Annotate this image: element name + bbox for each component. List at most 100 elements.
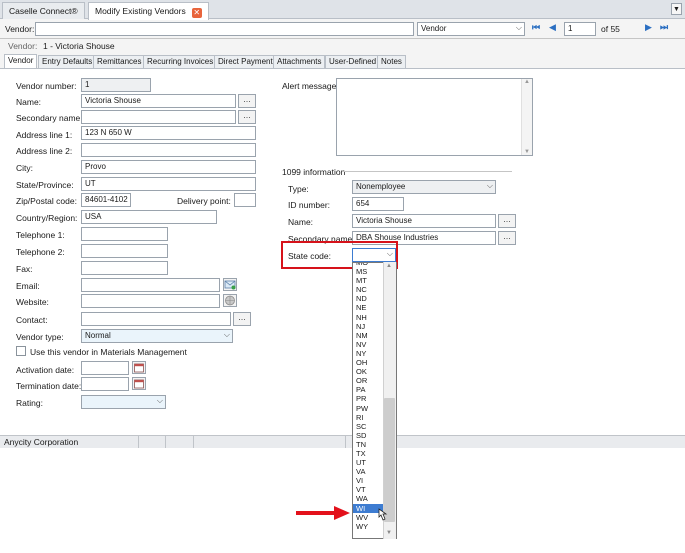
fax-label: Fax: bbox=[16, 264, 33, 274]
alert-message-label: Alert message: bbox=[282, 81, 339, 91]
record-number-input[interactable]: 1 bbox=[564, 22, 596, 36]
tab-vendor[interactable]: Vendor bbox=[4, 54, 38, 68]
globe-icon[interactable] bbox=[223, 294, 237, 307]
type-1099-select[interactable]: Nonemployee ⌵ bbox=[352, 180, 496, 194]
email-field[interactable] bbox=[81, 278, 220, 292]
next-record-icon[interactable]: ▶ bbox=[645, 22, 652, 33]
scroll-down-icon[interactable]: ▼ bbox=[386, 530, 392, 536]
tab-recurring-invoices[interactable]: Recurring Invoices bbox=[143, 55, 218, 68]
name-1099-lookup-button[interactable]: … bbox=[498, 214, 516, 228]
tab-remittances[interactable]: Remittances bbox=[93, 55, 146, 68]
country-label: Country/Region: bbox=[16, 213, 78, 223]
chevron-down-icon: ⌵ bbox=[486, 181, 493, 190]
city-field[interactable]: Provo bbox=[81, 160, 256, 174]
secondary-name-field[interactable] bbox=[81, 110, 236, 124]
status-bar bbox=[0, 435, 685, 448]
scroll-up-icon[interactable]: ▲ bbox=[522, 79, 532, 85]
previous-record-icon[interactable]: ◀ bbox=[549, 22, 556, 33]
tab-label: Notes bbox=[381, 57, 402, 66]
name-field[interactable]: Victoria Shouse bbox=[81, 94, 236, 108]
vendor-search-input[interactable] bbox=[35, 22, 414, 36]
tab-direct-payment[interactable]: Direct Payment bbox=[214, 55, 277, 68]
calendar-icon[interactable] bbox=[132, 361, 146, 374]
activation-date-label: Activation date: bbox=[16, 365, 75, 375]
zip-field[interactable]: 84601-4102 bbox=[81, 193, 131, 207]
mouse-cursor-icon bbox=[378, 508, 388, 521]
tab-notes[interactable]: Notes bbox=[377, 55, 406, 68]
scroll-up-icon[interactable]: ▲ bbox=[386, 263, 392, 269]
contact-field[interactable] bbox=[81, 312, 231, 326]
divider bbox=[0, 38, 685, 39]
telephone1-field[interactable] bbox=[81, 227, 168, 241]
city-label: City: bbox=[16, 163, 33, 173]
info1099-label: 1099 information bbox=[282, 167, 346, 177]
divider bbox=[193, 435, 194, 448]
scrollbar[interactable]: ▲ ▼ bbox=[521, 79, 532, 155]
telephone2-label: Telephone 2: bbox=[16, 247, 65, 257]
tab-attachments[interactable]: Attachments bbox=[273, 55, 326, 68]
state-field[interactable]: UT bbox=[81, 177, 256, 191]
contact-label: Contact: bbox=[16, 315, 48, 325]
send-email-icon[interactable] bbox=[223, 278, 237, 291]
record-count: of 55 bbox=[601, 24, 620, 34]
vendor-number-field[interactable]: 1 bbox=[81, 78, 151, 92]
alert-message-textarea[interactable]: ▲ ▼ bbox=[336, 78, 533, 156]
tab-menu-chevron-icon[interactable]: ▼ bbox=[671, 3, 682, 15]
state-label: State/Province: bbox=[16, 180, 74, 190]
vendor-type-label: Vendor type: bbox=[16, 332, 64, 342]
tab-caselle-connect[interactable]: Caselle Connect® bbox=[2, 2, 85, 19]
tab-label: Recurring Invoices bbox=[147, 57, 214, 66]
search-by-select[interactable]: Vendor ⌵ bbox=[417, 22, 525, 36]
scroll-down-icon[interactable]: ▼ bbox=[522, 149, 532, 155]
website-field[interactable] bbox=[81, 294, 220, 308]
last-record-icon[interactable]: ⏭ bbox=[660, 22, 668, 33]
tab-label: Remittances bbox=[97, 57, 142, 66]
vendor-type-select[interactable]: Normal ⌵ bbox=[81, 329, 233, 343]
delivery-point-field[interactable] bbox=[234, 193, 256, 207]
tab-label: Attachments bbox=[277, 57, 322, 66]
address1-field[interactable]: 123 N 650 W bbox=[81, 126, 256, 140]
rating-select[interactable]: ⌵ bbox=[81, 395, 166, 409]
tab-user-defined[interactable]: User-Defined bbox=[325, 55, 381, 68]
type-1099-label: Type: bbox=[288, 184, 309, 194]
contact-lookup-button[interactable]: … bbox=[233, 312, 251, 326]
termination-date-label: Termination date: bbox=[16, 381, 82, 391]
name-1099-label: Name: bbox=[288, 217, 314, 227]
address1-label: Address line 1: bbox=[16, 130, 73, 140]
red-arrow-icon bbox=[296, 506, 350, 520]
status-organization: Anycity Corporation bbox=[4, 437, 79, 447]
name-label: Name: bbox=[16, 97, 42, 107]
fax-field[interactable] bbox=[81, 261, 168, 275]
vendor-type-value: Normal bbox=[85, 331, 111, 340]
close-tab-icon[interactable]: ✕ bbox=[191, 8, 202, 18]
email-label: Email: bbox=[16, 281, 40, 291]
vendor-banner-value: 1 - Victoria Shouse bbox=[43, 41, 115, 51]
tab-label: Entry Defaults bbox=[42, 57, 93, 66]
id-number-field[interactable]: 654 bbox=[352, 197, 404, 211]
secondary-name-lookup-button[interactable]: … bbox=[238, 110, 256, 124]
tab-modify-existing-vendors[interactable]: Modify Existing Vendors ✕ bbox=[88, 2, 209, 20]
name-lookup-button[interactable]: … bbox=[238, 94, 256, 108]
tab-label: User-Defined bbox=[329, 57, 377, 66]
chevron-down-icon: ⌵ bbox=[223, 330, 230, 339]
address2-field[interactable] bbox=[81, 143, 256, 157]
rating-label: Rating: bbox=[16, 398, 43, 408]
zip-label: Zip/Postal code: bbox=[16, 196, 77, 206]
country-field[interactable]: USA bbox=[81, 210, 217, 224]
termination-date-field[interactable] bbox=[81, 377, 129, 391]
id-number-label: ID number: bbox=[288, 200, 331, 210]
calendar-icon[interactable] bbox=[132, 377, 146, 390]
search-by-value: Vendor bbox=[421, 24, 447, 33]
materials-management-label: Use this vendor in Materials Management bbox=[30, 347, 187, 357]
name-1099-field[interactable]: Victoria Shouse bbox=[352, 214, 496, 228]
dropdown-scroll-thumb[interactable] bbox=[384, 398, 395, 522]
secondary-1099-lookup-button[interactable]: … bbox=[498, 231, 516, 245]
tab-label: Vendor bbox=[8, 56, 34, 65]
materials-management-checkbox[interactable] bbox=[16, 346, 26, 356]
activation-date-field[interactable] bbox=[81, 361, 129, 375]
telephone2-field[interactable] bbox=[81, 244, 168, 258]
tab-entry-defaults[interactable]: Entry Defaults bbox=[38, 55, 97, 68]
chevron-down-icon: ⌵ bbox=[515, 23, 522, 32]
tab-label: Direct Payment bbox=[218, 57, 273, 66]
first-record-icon[interactable]: ⏮ bbox=[532, 22, 540, 33]
